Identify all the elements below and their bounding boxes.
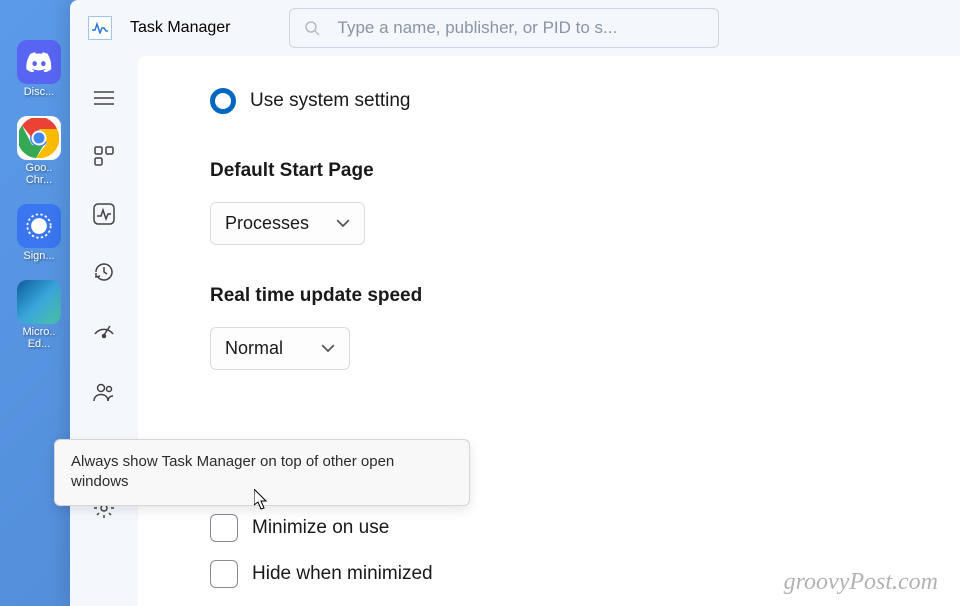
checkbox-icon (210, 514, 238, 542)
search-icon (304, 20, 320, 36)
titlebar: Task Manager Type a name, publisher, or … (70, 0, 960, 56)
desktop-label: Goo.. Chr... (26, 162, 53, 186)
sidebar (70, 56, 138, 606)
chrome-icon (17, 116, 61, 160)
search-input[interactable]: Type a name, publisher, or PID to s... (289, 8, 719, 48)
chevron-down-icon (321, 344, 335, 353)
radio-icon (210, 88, 236, 114)
edge-icon (17, 280, 61, 324)
checkbox-label: Minimize on use (252, 517, 389, 539)
task-manager-window: Task Manager Type a name, publisher, or … (70, 0, 960, 606)
watermark: groovyPost.com (784, 569, 938, 596)
signal-icon (17, 204, 61, 248)
dropdown-value: Normal (225, 338, 283, 359)
desktop-icon-edge[interactable]: Micro.. Ed... (8, 280, 70, 350)
tooltip: Always show Task Manager on top of other… (54, 439, 470, 506)
processes-icon[interactable] (92, 144, 116, 168)
desktop-icon-chrome[interactable]: Goo.. Chr... (8, 116, 70, 186)
radio-label: Use system setting (250, 90, 411, 112)
content-area: Use system setting Default Start Page Pr… (138, 56, 960, 606)
users-icon[interactable] (92, 380, 116, 404)
desktop-label: Sign... (23, 250, 54, 262)
desktop-icon-discord[interactable]: Disc... (8, 40, 70, 98)
checkbox-minimize-on-use[interactable]: Minimize on use (210, 514, 960, 542)
checkbox-icon (210, 560, 238, 588)
desktop-icon-signal[interactable]: Sign... (8, 204, 70, 262)
desktop-label: Disc... (24, 86, 55, 98)
history-icon[interactable] (92, 260, 116, 284)
startup-icon[interactable] (92, 318, 116, 342)
heading-default-start-page: Default Start Page (210, 160, 960, 182)
window-title: Task Manager (130, 19, 231, 37)
desktop-label: Micro.. Ed... (23, 326, 56, 350)
discord-icon (17, 40, 61, 84)
desktop-icons: Disc... Goo.. Chr... Sign... Micro.. Ed.… (8, 40, 70, 350)
radio-use-system-setting[interactable]: Use system setting (210, 88, 960, 114)
task-manager-icon (88, 16, 112, 40)
heading-update-speed: Real time update speed (210, 285, 960, 307)
chevron-down-icon (336, 219, 350, 228)
dropdown-value: Processes (225, 213, 309, 234)
window-body: Use system setting Default Start Page Pr… (70, 56, 960, 606)
hamburger-icon[interactable] (92, 86, 116, 110)
checkbox-label: Hide when minimized (252, 563, 433, 585)
search-placeholder: Type a name, publisher, or PID to s... (338, 18, 618, 38)
dropdown-start-page[interactable]: Processes (210, 202, 365, 245)
dropdown-update-speed[interactable]: Normal (210, 327, 350, 370)
performance-icon[interactable] (92, 202, 116, 226)
